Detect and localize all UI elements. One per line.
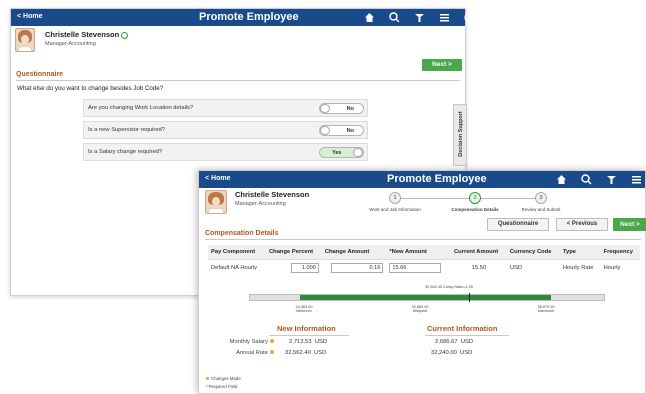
step-compensation[interactable]: 2 Compensation Details: [443, 192, 507, 212]
header-icons: [555, 173, 646, 186]
range-maximum: 36,670.00 Maximum: [537, 305, 555, 313]
decision-support-tab[interactable]: Decision Support: [453, 104, 467, 166]
column-header: *New Amount: [386, 245, 451, 260]
comp-ratio-label: 32,562.40 Comp-Ratio=1.05: [425, 285, 473, 289]
current-annual-rate: 32,240.00 USD: [431, 350, 473, 356]
table-row: Default NA Hourly 1.000 0.16 15.66 15.50…: [208, 259, 640, 276]
monthly-salary-label: Monthly Salary: [194, 339, 274, 345]
new-annual-rate: 32,562.40 USD: [285, 350, 327, 356]
salary-toggle[interactable]: Yes: [319, 147, 364, 158]
location-toggle[interactable]: No: [319, 103, 364, 114]
current-information-title: Current Information: [427, 324, 498, 333]
page-title: Promote Employee: [199, 11, 299, 23]
employee-job: Manager-Accounting: [45, 41, 96, 47]
change-indicator-icon: [270, 339, 274, 344]
header-icons: [363, 11, 476, 24]
avatar: [205, 190, 227, 214]
questionnaire-button[interactable]: Questionnaire: [487, 218, 549, 231]
search-icon[interactable]: [388, 11, 401, 24]
section-title: Compensation Details: [205, 230, 279, 237]
change-indicator-icon: [270, 350, 274, 355]
current-info-divider: [425, 335, 509, 336]
question-label: Are you changing Work Location details?: [88, 105, 194, 111]
new-info-divider: [269, 335, 349, 336]
column-header: Frequency: [600, 245, 640, 260]
question-row-supervisor: Is a new Supervisor required? No: [83, 121, 368, 139]
question-row-salary: Is a Salary change required? Yes: [83, 143, 368, 161]
home-link[interactable]: < Home: [17, 13, 42, 20]
supervisor-toggle[interactable]: No: [319, 125, 364, 136]
table-header-row: Pay Component Change Percent Change Amou…: [208, 245, 640, 260]
column-header: Pay Component: [208, 245, 266, 260]
range-minimum: 24,463.00 Minimum: [295, 305, 313, 313]
search-icon[interactable]: [580, 173, 593, 186]
new-information-title: New Information: [277, 324, 336, 333]
new-amount-input[interactable]: 15.66: [389, 262, 442, 273]
header-bar: < Home Promote Employee: [11, 9, 475, 26]
question-row-location: Are you changing Work Location details? …: [83, 99, 368, 117]
current-monthly-salary: 2,686.67 USD: [435, 339, 474, 345]
change-amount-input[interactable]: 0.16: [331, 262, 384, 273]
type-cell: Hourly Rate: [562, 264, 594, 271]
menu-icon[interactable]: [630, 173, 643, 186]
legend-changes: Changes Made: [206, 376, 241, 381]
next-button[interactable]: Next >: [613, 218, 646, 231]
question-text: What else do you want to change besides …: [17, 85, 164, 92]
currency-cell: USD: [509, 264, 523, 271]
previous-button[interactable]: < Previous: [556, 218, 608, 231]
header-bar: < Home Promote Employee: [199, 171, 645, 188]
employee-name: Christelle Stevenson: [45, 30, 120, 39]
status-check-icon: [121, 31, 129, 39]
navbar-icon[interactable]: [463, 11, 476, 24]
page-title: Promote Employee: [387, 173, 487, 185]
salary-range-bar: [249, 293, 605, 302]
employee-banner: Christelle Stevenson Manager-Accounting: [15, 28, 129, 52]
annual-rate-label: Annual Rate: [194, 350, 274, 356]
compensation-table: Pay Component Change Percent Change Amou…: [208, 245, 640, 276]
column-header: Change Percent: [265, 245, 322, 260]
home-link[interactable]: < Home: [205, 175, 230, 182]
pay-component-cell: Default NA Hourly: [211, 264, 258, 271]
home-icon[interactable]: [363, 11, 376, 24]
column-header: Current Amount: [450, 245, 507, 260]
next-button[interactable]: Next >: [422, 59, 462, 71]
question-label: Is a Salary change required?: [88, 149, 163, 155]
section-divider: [16, 80, 460, 81]
change-indicator-icon: [206, 377, 209, 380]
flag-icon[interactable]: [413, 11, 426, 24]
column-header: Currency Code: [506, 245, 560, 260]
current-amount-cell: 15.50: [471, 264, 487, 271]
compensation-window: < Home Promote Employee Christelle Steve…: [198, 170, 646, 394]
section-title: Questionnaire: [16, 71, 64, 78]
new-monthly-salary: 2,713.53 USD: [289, 339, 328, 345]
flag-icon[interactable]: [605, 173, 618, 186]
home-icon[interactable]: [555, 173, 568, 186]
progress-steps: 1 Work and Job Information 2 Compensatio…: [357, 192, 567, 216]
employee-name: Christelle Stevenson: [235, 190, 310, 199]
salary-range-fill: [299, 295, 551, 300]
frequency-cell: Hourly: [603, 264, 621, 271]
employee-banner: Christelle Stevenson Manager-Accounting: [205, 190, 309, 214]
legend-required: * Required Field: [206, 384, 238, 389]
employee-job: Manager-Accounting: [235, 201, 286, 207]
section-divider: [205, 239, 641, 240]
menu-icon[interactable]: [438, 11, 451, 24]
step-review[interactable]: 3 Review and Submit: [517, 192, 565, 212]
change-percent-input[interactable]: 1.000: [290, 262, 319, 273]
step-work-job[interactable]: 1 Work and Job Information: [365, 192, 425, 212]
question-label: Is a new Supervisor required?: [88, 127, 166, 133]
column-header: Change Amount: [321, 245, 387, 260]
current-salary-marker: [469, 293, 471, 302]
avatar: [15, 28, 35, 52]
column-header: Type: [559, 245, 601, 260]
range-midpoint: 30,583.00 Midpoint: [411, 305, 429, 313]
